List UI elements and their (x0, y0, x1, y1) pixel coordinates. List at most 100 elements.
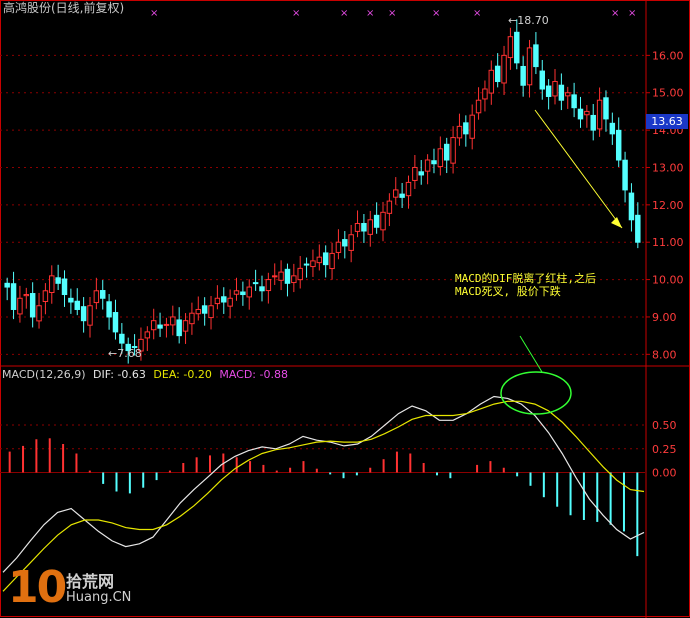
candle-up (316, 256, 323, 264)
candle-up (17, 297, 23, 315)
candle-up (450, 137, 456, 164)
candle-up (170, 316, 176, 326)
candle-down (571, 94, 577, 109)
candle-up (189, 312, 195, 325)
candle-up (482, 88, 488, 100)
candle-down (342, 239, 348, 247)
macd-tick-label: 0.25 (652, 443, 677, 456)
divergence-ellipse (500, 371, 572, 415)
macd-lines (2, 395, 645, 592)
macd-histogram (8, 438, 639, 557)
candle-down (74, 300, 80, 310)
candle-down (157, 324, 163, 329)
candle-down (373, 214, 380, 228)
candle-down (259, 286, 265, 292)
macd-indicator-header[interactable]: MACD(12,26,9) DIF: -0.63 DEA: -0.20 MACD… (2, 368, 292, 381)
candlestick-series[interactable] (4, 19, 641, 364)
candle-down (622, 159, 628, 191)
dea-line (2, 400, 645, 592)
signal-marker: × (292, 8, 300, 19)
signal-marker: × (150, 8, 158, 19)
candle-up (526, 47, 533, 86)
candle-down (61, 278, 68, 296)
candle-up (475, 99, 482, 114)
signal-marker: × (340, 8, 348, 19)
signal-marker: × (432, 8, 440, 19)
price-tick-label: 8.00 (652, 348, 677, 361)
signal-marker: × (366, 8, 374, 19)
candle-up (596, 99, 603, 130)
candle-up (265, 279, 272, 292)
candle-up (367, 219, 374, 235)
candle-up (182, 320, 189, 332)
candle-up (507, 36, 514, 59)
candle-down (431, 160, 437, 165)
candle-up (380, 211, 386, 231)
candle-down (514, 31, 520, 64)
candle-up (208, 305, 214, 319)
candle-down (201, 305, 208, 314)
current-price-tag: 13.63 (646, 114, 688, 129)
candle-down (590, 114, 596, 131)
candle-up (195, 308, 202, 315)
candle-down (4, 282, 10, 288)
candle-down (322, 252, 329, 266)
price-tick-label: 9.00 (652, 311, 677, 324)
candle-up (488, 69, 495, 94)
candle-up (87, 305, 93, 326)
candle-down (176, 319, 182, 337)
candle-up (405, 181, 412, 197)
logo-number: 10 (8, 562, 67, 613)
candle-up (227, 297, 233, 307)
candle-down (615, 129, 622, 161)
candle-up (565, 92, 571, 97)
candle-up (393, 189, 399, 198)
candle-down (106, 301, 112, 318)
candle-up (354, 223, 361, 232)
candle-down (29, 293, 36, 318)
candle-up (456, 125, 463, 139)
trend-arrow (534, 109, 623, 229)
candle-down (10, 283, 17, 310)
grid-lines (0, 0, 690, 618)
candle-up (150, 320, 157, 331)
candle-up (348, 234, 354, 251)
candle-up (93, 290, 100, 304)
signal-marker: × (473, 8, 481, 19)
candle-down (303, 263, 310, 266)
candle-up (144, 331, 151, 339)
candle-up (233, 290, 240, 295)
candle-up (310, 260, 316, 268)
candle-down (603, 97, 609, 120)
candle-up (501, 54, 507, 84)
candle-down (609, 122, 616, 135)
price-tick-label: 12.00 (652, 199, 684, 212)
candle-down (100, 290, 106, 299)
candle-down (112, 312, 119, 333)
candle-up (278, 271, 284, 281)
logo-name: 拾荒网 (66, 572, 115, 591)
dea-value: DEA: -0.20 (153, 368, 212, 381)
signal-marker: × (611, 8, 619, 19)
candle-down (68, 297, 74, 303)
candle-up (36, 305, 42, 322)
candle-down (539, 70, 545, 90)
candle-down (80, 306, 87, 322)
candle-down (399, 193, 405, 198)
candle-down (119, 333, 125, 344)
macd-tick-label: 0.50 (652, 419, 677, 432)
dif-value: DIF: -0.63 (93, 368, 146, 381)
candle-up (424, 159, 431, 172)
chart-title: 高鸿股份(日线,前复权) (3, 1, 125, 15)
candle-down (221, 296, 227, 303)
candle-up (469, 114, 475, 139)
candle-down (628, 192, 635, 221)
candle-down (443, 143, 450, 161)
candle-up (271, 275, 278, 278)
candle-down (558, 84, 565, 101)
candle-down (240, 291, 246, 296)
macd-value: MACD: -0.88 (219, 368, 288, 381)
logo-site: Huang.CN (66, 590, 132, 605)
price-tick-label: 15.00 (652, 87, 684, 100)
annotation-text: MACD的DIF脱离了红柱,之后MACD死叉, 股价下跌 (455, 272, 596, 298)
